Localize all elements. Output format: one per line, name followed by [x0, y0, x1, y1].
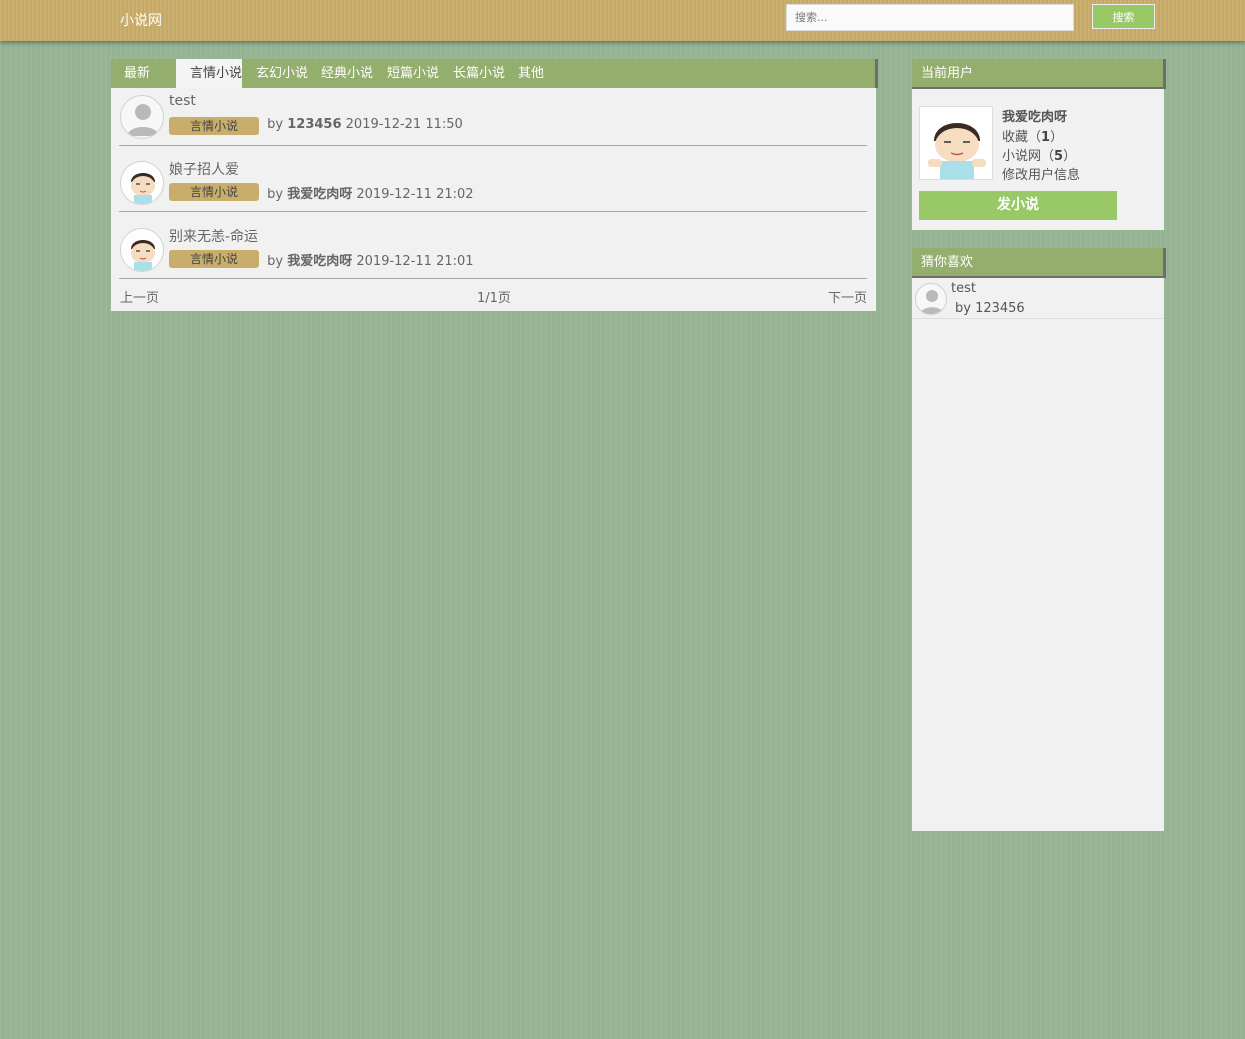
next-page-link[interactable]: 下一页 [828, 287, 867, 306]
current-user-title: 当前用户 [912, 59, 1166, 89]
site-brand[interactable]: 小说网 [120, 10, 162, 30]
by-label: by [267, 187, 284, 202]
recommend-panel: 猜你喜欢 test by 123456 [912, 248, 1166, 831]
post-list-panel: 最新 言情小说 玄幻小说 经典小说 短篇小说 长篇小说 其他 test 言情小说… [111, 59, 878, 311]
tab-fantasy[interactable]: 玄幻小说 [256, 59, 308, 88]
post-item: 别来无恙-命运 言情小说 by 我爱吃肉呀 2019-12-11 21:01 [119, 221, 867, 279]
post-item: test 言情小说 by 123456 2019-12-21 11:50 [119, 88, 867, 146]
post-author[interactable]: 123456 [287, 117, 341, 132]
tab-long-novel[interactable]: 长篇小说 [453, 59, 505, 88]
current-user-panel: 当前用户 我爱吃肉呀 收藏（1） 小说网（5） 修改用户信息 发小说 [912, 59, 1166, 230]
default-user-icon[interactable] [120, 95, 164, 139]
novels-close: ） [1063, 149, 1077, 164]
tab-classic[interactable]: 经典小说 [321, 59, 373, 88]
post-time: 2019-12-21 11:50 [345, 117, 463, 132]
my-novels-link[interactable]: 小说网（5） [1002, 145, 1076, 164]
cartoon-avatar-icon[interactable] [120, 228, 164, 272]
post-title[interactable]: test [169, 93, 196, 109]
recommend-item-author: by 123456 [955, 301, 1025, 316]
search-button[interactable]: 搜索 [1092, 4, 1155, 29]
favorites-count: 1 [1041, 130, 1051, 145]
pagination: 上一页 1/1页 下一页 [120, 287, 867, 306]
favorites-link[interactable]: 收藏（1） [1002, 126, 1063, 145]
category-badge[interactable]: 言情小说 [169, 183, 259, 201]
category-tabs: 最新 言情小说 玄幻小说 经典小说 短篇小说 长篇小说 其他 [111, 59, 878, 88]
favorites-close: ） [1050, 130, 1064, 145]
tab-short-story[interactable]: 短篇小说 [387, 59, 439, 88]
post-title[interactable]: 娘子招人爱 [169, 159, 239, 179]
post-novel-button[interactable]: 发小说 [919, 191, 1117, 220]
category-badge[interactable]: 言情小说 [169, 250, 259, 268]
post-author[interactable]: 我爱吃肉呀 [287, 254, 352, 269]
tab-latest[interactable]: 最新 [124, 59, 150, 88]
favorites-label: 收藏（ [1002, 130, 1042, 145]
search-input[interactable] [786, 4, 1074, 31]
novels-count: 5 [1054, 149, 1064, 164]
post-time: 2019-12-11 21:02 [356, 187, 474, 202]
recommend-item-title[interactable]: test [951, 281, 976, 296]
user-avatar-icon[interactable] [919, 106, 993, 180]
prev-page-link[interactable]: 上一页 [120, 287, 159, 306]
post-meta: 言情小说 by 123456 2019-12-21 11:50 [169, 117, 463, 135]
top-navbar: 小说网 搜索 [0, 0, 1245, 41]
category-badge[interactable]: 言情小说 [169, 117, 259, 135]
by-label: by [267, 254, 284, 269]
cartoon-avatar-icon[interactable] [120, 161, 164, 205]
tab-other[interactable]: 其他 [518, 59, 544, 88]
post-item: 娘子招人爱 言情小说 by 我爱吃肉呀 2019-12-11 21:02 [119, 154, 867, 212]
post-title[interactable]: 别来无恙-命运 [169, 226, 258, 246]
recommend-item[interactable]: test by 123456 [912, 278, 1164, 319]
post-author[interactable]: 我爱吃肉呀 [287, 187, 352, 202]
tab-romance[interactable]: 言情小说 [176, 59, 242, 88]
novels-label: 小说网（ [1002, 149, 1055, 164]
post-meta: 言情小说 by 我爱吃肉呀 2019-12-11 21:02 [169, 183, 474, 202]
recommend-title: 猜你喜欢 [912, 248, 1166, 278]
page-indicator: 1/1页 [477, 291, 511, 306]
post-time: 2019-12-11 21:01 [356, 254, 474, 269]
default-user-icon [915, 283, 947, 315]
username[interactable]: 我爱吃肉呀 [1002, 106, 1067, 125]
by-label: by [267, 117, 284, 132]
post-meta: 言情小说 by 我爱吃肉呀 2019-12-11 21:01 [169, 250, 474, 269]
edit-profile-link[interactable]: 修改用户信息 [1002, 164, 1080, 183]
